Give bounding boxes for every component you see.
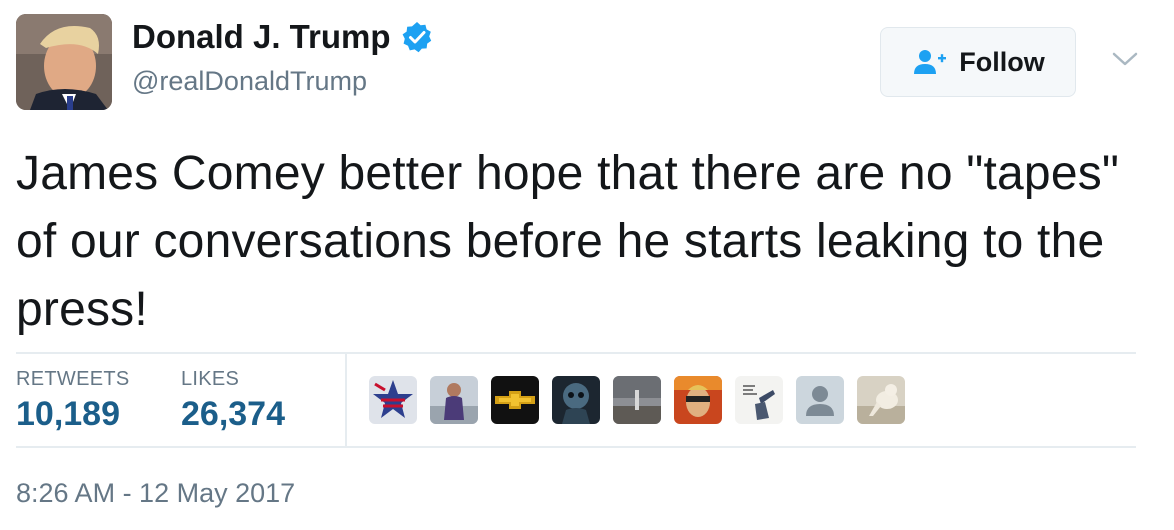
retweets-label: RETWEETS xyxy=(16,368,130,390)
liker-avatar[interactable] xyxy=(369,376,417,424)
chevron-down-icon[interactable] xyxy=(1110,50,1140,68)
liker-avatars xyxy=(369,376,905,424)
follow-button-label: Follow xyxy=(959,46,1045,77)
stats-bottom-divider xyxy=(16,446,1136,448)
likes-label: LIKES xyxy=(181,368,240,390)
liker-avatar[interactable] xyxy=(430,376,478,424)
liker-avatar[interactable] xyxy=(735,376,783,424)
author-name-row[interactable]: Donald J. Trump xyxy=(132,18,433,56)
dog-photo-avatar-icon xyxy=(857,376,905,424)
meme-text-avatar-icon xyxy=(735,376,783,424)
dark-figure-avatar-icon xyxy=(552,376,600,424)
liker-avatar[interactable] xyxy=(613,376,661,424)
liker-avatar[interactable] xyxy=(857,376,905,424)
retweets-stat[interactable]: RETWEETS 10,189 xyxy=(16,368,130,434)
author-handle[interactable]: @realDonaldTrump xyxy=(132,66,367,97)
person-photo-avatar-icon xyxy=(430,376,478,424)
liker-avatar[interactable] xyxy=(674,376,722,424)
liker-avatar[interactable] xyxy=(491,376,539,424)
tweet-text: James Comey better hope that there are n… xyxy=(16,147,1120,336)
likes-count: 26,374 xyxy=(181,395,285,433)
star-flag-avatar-icon xyxy=(369,376,417,424)
retweets-count: 10,189 xyxy=(16,395,120,433)
profile-avatar[interactable] xyxy=(16,14,112,110)
landscape-photo-avatar-icon xyxy=(613,376,661,424)
tweet-timestamp[interactable]: 8:26 AM - 12 May 2017 xyxy=(16,478,295,509)
default-user-avatar-icon xyxy=(796,376,844,424)
add-user-icon xyxy=(914,50,947,74)
verified-badge-icon xyxy=(402,22,431,53)
stats-vertical-divider xyxy=(345,354,347,446)
author-name[interactable]: Donald J. Trump xyxy=(132,18,391,56)
liker-avatar[interactable] xyxy=(796,376,844,424)
follow-button[interactable]: Follow xyxy=(880,27,1076,97)
chevrolet-logo-avatar-icon xyxy=(491,376,539,424)
cartoon-character-avatar-icon xyxy=(674,376,722,424)
stats-top-divider xyxy=(16,352,1136,354)
profile-photo xyxy=(16,14,112,110)
likes-stat[interactable]: LIKES 26,374 xyxy=(181,368,285,434)
liker-avatar[interactable] xyxy=(552,376,600,424)
